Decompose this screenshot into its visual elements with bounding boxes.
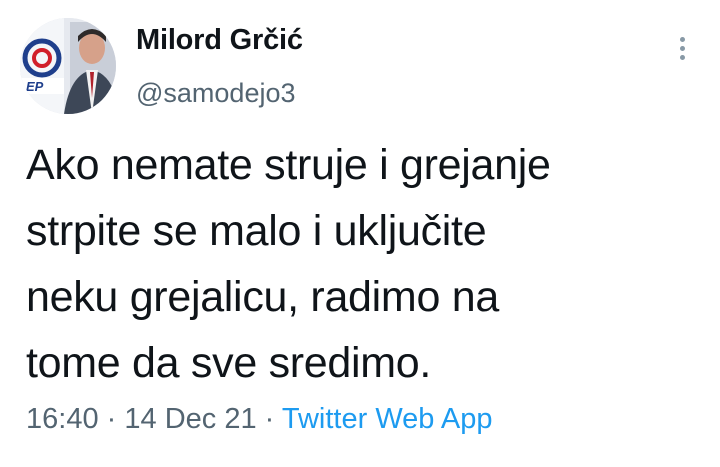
- tweet-meta: 16:40 · 14 Dec 21 · Twitter Web App: [26, 403, 492, 436]
- meta-separator: ·: [106, 403, 117, 435]
- author-display-name[interactable]: Milord Grčić: [136, 24, 303, 57]
- tweet-source-link[interactable]: Twitter Web App: [282, 403, 493, 435]
- tweet-text-line: tome da sve sredimo.: [26, 339, 432, 387]
- author-handle[interactable]: @samodejo3: [136, 78, 296, 109]
- tweet-time[interactable]: 16:40: [26, 403, 99, 435]
- avatar[interactable]: EP: [20, 18, 116, 114]
- tweet-text-line: strpite se malo i uključite: [26, 207, 487, 255]
- svg-text:EP: EP: [26, 79, 44, 94]
- meta-separator: ·: [264, 403, 275, 435]
- more-dot: [679, 45, 685, 51]
- tweet-text: Ako nemate struje i grejanje strpite se …: [26, 132, 696, 396]
- more-dot: [679, 36, 685, 42]
- avatar-image: EP: [20, 18, 116, 114]
- tweet-text-line: Ako nemate struje i grejanje: [26, 141, 551, 189]
- tweet-date[interactable]: 14 Dec 21: [124, 403, 256, 435]
- more-vertical-icon[interactable]: [672, 30, 692, 66]
- tweet-card: EP Milord Grčić @samodejo3 Ako nemate st…: [0, 0, 720, 467]
- tweet-text-line: neku grejalicu, radimo na: [26, 273, 499, 321]
- more-dot: [679, 54, 685, 60]
